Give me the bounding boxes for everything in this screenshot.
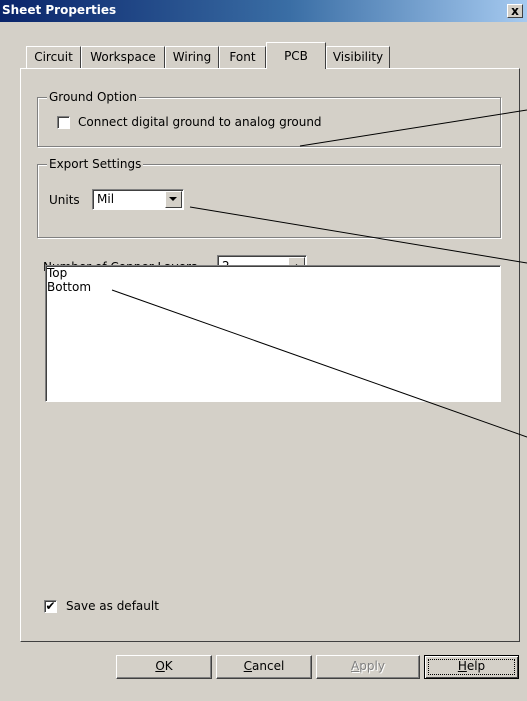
checkmark-icon: ✔ [45,599,56,613]
ok-button[interactable]: OK [116,655,212,679]
export-settings-group: Export Settings Units Mil [37,157,501,238]
tab-font[interactable]: Font [219,46,266,68]
units-value: Mil [97,192,115,206]
left-gutter [0,22,6,701]
ground-option-group: Ground Option Connect digital ground to … [37,90,501,147]
help-button-label: Help [457,659,486,673]
save-default-checkbox[interactable]: ✔ [44,600,57,613]
pcb-tab-panel: Ground Option Connect digital ground to … [20,68,520,642]
units-dropdown[interactable]: Mil [92,189,184,210]
list-item[interactable]: Top [47,266,91,280]
window-title: Sheet Properties [2,3,117,17]
export-settings-group-label: Export Settings [47,157,144,171]
cancel-button-label: Cancel [243,659,285,673]
title-bar[interactable]: Sheet Properties x [0,0,527,22]
tab-label: Font [229,50,256,64]
tab-label: Wiring [172,50,212,64]
units-label: Units [49,193,80,207]
chevron-down-icon [169,197,177,201]
save-default-label[interactable]: Save as default [66,599,159,613]
tab-wiring[interactable]: Wiring [165,46,219,68]
tab-label: Workspace [90,50,156,64]
tab-label: Visibility [332,50,384,64]
tab-workspace[interactable]: Workspace [81,46,165,68]
tab-label: Circuit [34,50,73,64]
connect-ground-label[interactable]: Connect digital ground to analog ground [78,115,322,129]
help-button[interactable]: Help [424,655,519,679]
connect-ground-checkbox[interactable] [57,116,70,129]
list-item[interactable]: Bottom [47,280,91,294]
close-button[interactable]: x [507,4,523,18]
sheet-properties-dialog: Sheet Properties x Circuit Workspace Wir… [0,0,527,701]
layers-listbox[interactable] [45,265,501,402]
tab-label: PCB [284,49,308,63]
tab-circuit[interactable]: Circuit [26,46,81,68]
units-dropdown-button[interactable] [165,191,182,208]
layers-list-items: Top Bottom [47,266,91,294]
cancel-button[interactable]: Cancel [216,655,312,679]
ok-button-label: OK [155,659,173,673]
apply-button-label: Apply [351,659,385,673]
ground-option-group-label: Ground Option [47,90,140,104]
tab-pcb[interactable]: PCB [266,42,326,69]
tab-visibility[interactable]: Visibility [326,46,390,68]
apply-button[interactable]: Apply [316,655,420,679]
close-icon: x [511,4,519,18]
